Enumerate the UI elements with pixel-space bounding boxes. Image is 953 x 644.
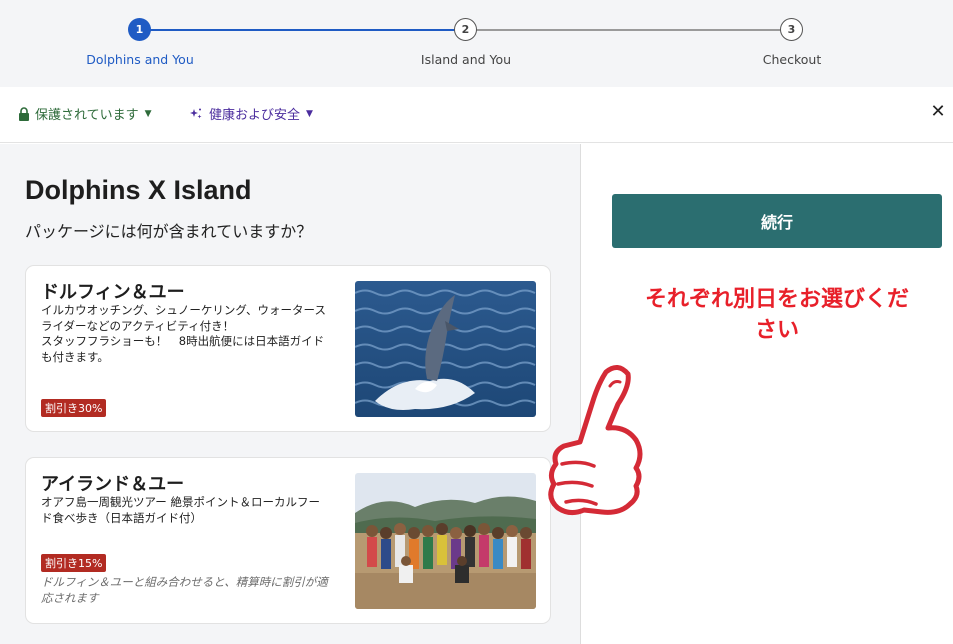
lock-icon — [19, 106, 29, 121]
dolphin-photo — [355, 281, 536, 417]
package-description: イルカウオッチング、シュノーケリング、ウォータースライダーなどのアクティビティ付… — [41, 303, 326, 364]
step-1-indicator[interactable]: 1 — [128, 18, 151, 41]
package-description: オアフ島一周観光ツアー 絶景ポイント＆ローカルフード食べ歩き（日本語ガイド付） — [41, 495, 320, 525]
caret-down-icon: ▼ — [144, 108, 152, 119]
package-title: アイランド＆ユー — [41, 474, 185, 495]
step-connector-pending — [466, 29, 792, 31]
checkout-sidebar: 続行 それぞれ別日をお選びください — [548, 144, 953, 644]
page-subtitle: パッケージには何が含まれていますか？ — [25, 222, 313, 241]
close-button[interactable]: ✕ — [927, 101, 949, 122]
annotation-note: それぞれ別日をお選びください — [644, 287, 909, 343]
combo-discount-note: ドルフィン＆ユーと組み合わせると、精算時に割引が適応されます — [41, 575, 328, 605]
package-panel: Dolphins X Island パッケージには何が含まれていますか？ ドルフ… — [0, 144, 581, 644]
package-title: ドルフィン＆ユー — [41, 282, 185, 303]
health-safety-dropdown[interactable]: 健康および安全 ▼ — [189, 104, 313, 123]
step-3-label[interactable]: Checkout — [692, 52, 892, 67]
health-label: 健康および安全 — [209, 108, 301, 123]
step-2-label[interactable]: Island and You — [366, 52, 566, 67]
security-bar: 保護されています ▼ 健康および安全 ▼ ✕ — [0, 87, 953, 143]
tour-group-photo — [355, 473, 536, 609]
progress-stepper: 1 Dolphins and You 2 Island and You 3 Ch… — [0, 0, 953, 87]
discount-badge: 割引き15% — [41, 554, 107, 572]
step-1-label[interactable]: Dolphins and You — [40, 52, 240, 67]
sparkle-icon — [190, 108, 202, 118]
protected-label: 保護されています — [35, 108, 139, 123]
step-2-indicator[interactable]: 2 — [454, 18, 477, 41]
package-card-dolphins[interactable]: ドルフィン＆ユー イルカウオッチング、シュノーケリング、ウォータースライダーなど… — [25, 265, 551, 432]
package-card-island[interactable]: アイランド＆ユー オアフ島一周観光ツアー 絶景ポイント＆ローカルフード食べ歩き（… — [25, 457, 551, 624]
page-title: Dolphins X Island — [25, 175, 252, 205]
continue-button[interactable]: 続行 — [612, 194, 942, 248]
discount-badge: 割引き30% — [41, 399, 107, 417]
pointing-hand-icon — [548, 365, 643, 516]
caret-down-icon: ▼ — [306, 108, 313, 119]
step-3-indicator[interactable]: 3 — [780, 18, 803, 41]
step-connector-complete — [140, 29, 466, 31]
protected-dropdown[interactable]: 保護されています ▼ — [18, 104, 152, 123]
